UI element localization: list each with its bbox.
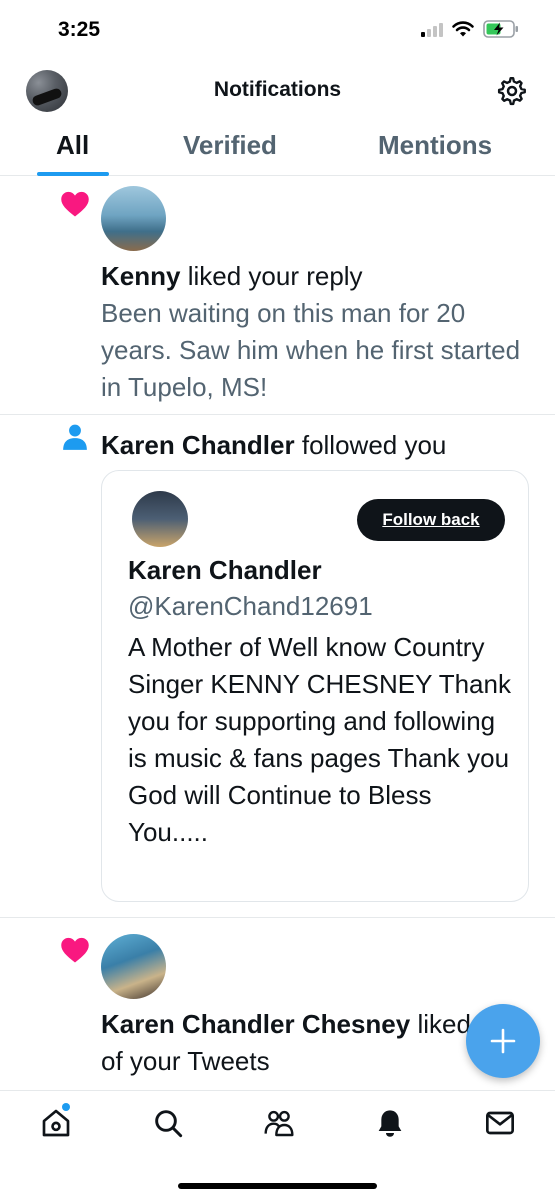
notification-user[interactable]: Karen Chandler Chesney <box>101 1009 410 1039</box>
notification-text: Karen Chandler followed you <box>101 427 541 464</box>
page-title: Notifications <box>213 78 342 101</box>
person-icon <box>63 424 87 450</box>
notification-tabs: All Verified Mentions <box>0 120 555 176</box>
status-time: 3:25 <box>58 18 101 41</box>
avatar[interactable] <box>101 934 166 999</box>
notification-text: Karen Chandler Chesney liked 2 of your T… <box>101 1006 521 1080</box>
tab-verified[interactable]: Verified <box>183 130 277 161</box>
plus-icon <box>490 1028 516 1054</box>
battery-charging-icon <box>483 20 518 38</box>
follow-back-button[interactable]: Follow back <box>357 499 505 541</box>
notification-text: Kenny liked your reply <box>101 258 541 295</box>
messages-icon[interactable] <box>484 1107 516 1139</box>
notifications-icon[interactable] <box>374 1107 406 1139</box>
notification-action: liked your reply <box>187 261 363 291</box>
notification-item[interactable]: Karen Chandler Chesney liked 2 of your T… <box>0 918 555 1090</box>
search-icon[interactable] <box>152 1107 184 1139</box>
compose-tweet-button[interactable] <box>466 1004 540 1078</box>
home-icon[interactable] <box>40 1107 72 1139</box>
card-handle: @KarenChand12691 <box>128 591 373 621</box>
cellular-signal-icon <box>421 21 443 37</box>
notification-user[interactable]: Karen Chandler <box>101 430 295 460</box>
heart-icon <box>61 191 89 217</box>
home-unread-dot <box>62 1103 70 1111</box>
tab-mentions[interactable]: Mentions <box>378 130 492 161</box>
notification-item[interactable]: Kenny liked your reply Been waiting on t… <box>0 176 555 415</box>
avatar[interactable] <box>101 186 166 251</box>
home-indicator <box>178 1183 377 1189</box>
top-header: Notifications <box>0 62 555 120</box>
tab-all[interactable]: All <box>56 130 89 161</box>
notification-action: followed you <box>301 430 447 460</box>
status-icons <box>421 20 519 38</box>
notification-reply-text: Been waiting on this man for 20 years. S… <box>101 298 521 402</box>
gear-icon[interactable] <box>497 76 527 106</box>
notification-user[interactable]: Kenny <box>101 261 180 291</box>
wifi-icon <box>452 21 474 37</box>
card-display-name: Karen Chandler <box>128 555 322 585</box>
communities-icon[interactable] <box>263 1107 295 1139</box>
avatar[interactable] <box>132 491 188 547</box>
status-bar: 3:25 <box>0 0 555 62</box>
card-bio: A Mother of Well know Country Singer KEN… <box>128 632 511 847</box>
heart-icon <box>61 937 89 963</box>
user-card[interactable]: Follow back Karen Chandler @KarenChand12… <box>101 470 529 902</box>
